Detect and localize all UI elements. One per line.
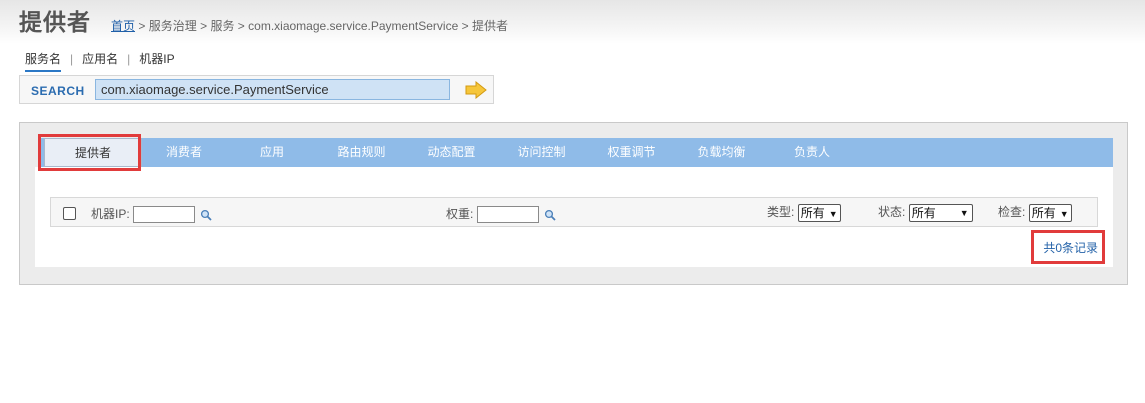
arrow-right-icon[interactable]	[465, 81, 487, 99]
weight-label: 权重:	[446, 207, 474, 221]
filter-bar: 机器IP: 权重: 类型: 所有 ▼ 状态: 所有 ▼ 检查: 所有 ▼	[50, 197, 1098, 227]
tab-app-name[interactable]: 应用名	[82, 50, 118, 70]
chevron-down-icon: ▼	[828, 208, 838, 219]
breadcrumb-item: 服务治理	[148, 19, 197, 33]
tab-weight-adjust[interactable]: 权重调节	[594, 138, 669, 167]
tab-routing-rules[interactable]: 路由规则	[324, 138, 399, 167]
chevron-down-icon: ▼	[959, 207, 969, 218]
tab-applications[interactable]: 应用	[237, 138, 307, 167]
breadcrumb-item: 服务	[210, 19, 235, 33]
breadcrumb-item: com.xiaomage.service.PaymentService	[248, 19, 459, 33]
tab-content: 机器IP: 权重: 类型: 所有 ▼ 状态: 所有 ▼ 检查: 所有 ▼ 共0条…	[35, 167, 1113, 267]
weight-input[interactable]	[476, 206, 539, 224]
machine-ip-filter: 机器IP:	[91, 205, 213, 224]
search-icon[interactable]	[200, 209, 213, 221]
tab-service-name[interactable]: 服务名	[25, 50, 62, 72]
tab-load-balance[interactable]: 负载均衡	[684, 138, 759, 167]
page-title: 提供者	[19, 9, 91, 35]
tab-machine-ip[interactable]: 机器IP	[139, 50, 174, 70]
breadcrumb-item: 提供者	[471, 19, 508, 33]
chevron-down-icon: ▼	[1059, 208, 1069, 219]
tab-owner[interactable]: 负责人	[777, 138, 847, 167]
type-filter: 类型: 所有 ▼	[767, 203, 841, 222]
check-select[interactable]: 所有 ▼	[1028, 203, 1072, 222]
breadcrumb: 首页 > 服务治理 > 服务 > com.xiaomage.service.Pa…	[111, 19, 508, 33]
search-type-tabs: 服务名 | 应用名 | 机器IP	[25, 50, 175, 72]
search-box: SEARCH	[19, 75, 494, 104]
type-select[interactable]: 所有 ▼	[797, 203, 841, 222]
highlight-box	[38, 134, 141, 171]
tab-access-control[interactable]: 访问控制	[504, 138, 579, 167]
search-icon[interactable]	[544, 209, 556, 221]
search-input[interactable]	[95, 79, 450, 100]
breadcrumb-home-link[interactable]: 首页	[111, 19, 135, 33]
type-label: 类型:	[767, 205, 795, 219]
service-tab-bar: 提供者 消费者 应用 路由规则 动态配置 访问控制 权重调节 负载均衡 负责人	[39, 138, 1113, 167]
weight-filter: 权重:	[446, 205, 556, 224]
machine-ip-input[interactable]	[133, 206, 196, 224]
status-label: 状态:	[878, 205, 906, 219]
providers-panel: 提供者 消费者 应用 路由规则 动态配置 访问控制 权重调节 负载均衡 负责人 …	[19, 122, 1128, 285]
status-filter: 状态: 所有 ▼	[878, 203, 973, 222]
tab-dynamic-config[interactable]: 动态配置	[414, 138, 489, 167]
select-all-checkbox[interactable]	[63, 207, 76, 220]
check-label: 检查:	[998, 205, 1026, 219]
tab-consumers[interactable]: 消费者	[149, 138, 219, 167]
machine-ip-label: 机器IP:	[91, 207, 130, 221]
highlight-box	[1031, 230, 1105, 264]
status-select[interactable]: 所有 ▼	[908, 203, 973, 222]
search-label: SEARCH	[31, 84, 85, 98]
check-filter: 检查: 所有 ▼	[998, 203, 1072, 222]
